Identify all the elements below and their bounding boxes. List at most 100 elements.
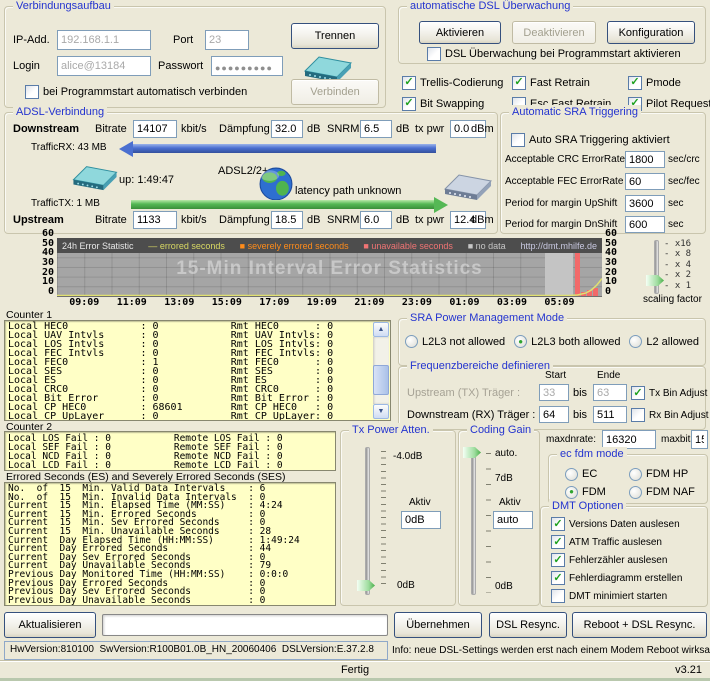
checkbox-trellis-codierung[interactable]: ✓ Trellis-Codierung [402,75,512,90]
y-axis-tick: 0 [605,286,612,297]
coding-gain-bottom-label: 0dB [495,581,513,592]
dnshift-field[interactable] [625,216,665,233]
maxbits-field[interactable] [691,430,708,449]
tx-power-slider-ticks [381,451,386,589]
coding-gain-slider-track[interactable] [471,447,476,595]
chart-header: 24h Error Statistic — errored seconds ■ … [57,238,602,253]
radio-l2-allowed[interactable]: L2 allowed [629,335,699,348]
coding-gain-group: Coding Gain auto. 7dB 0dB Aktiv [458,423,540,606]
txpwr-label: tx pwr [415,123,445,135]
uebernehmen-button[interactable]: Übernehmen [394,612,482,638]
checkbox-atm-traffic[interactable]: ✓ ATM Traffic auslesen [551,535,682,549]
router-icon [443,167,493,206]
checkbox-icon [427,47,441,61]
tx-power-slider-thumb[interactable] [357,580,375,591]
scroll-thumb[interactable] [373,365,389,395]
radio-icon [405,335,418,348]
checkbox-bit-swapping[interactable]: ✓ Bit Swapping [402,96,512,111]
tx-power-slider-track[interactable] [365,447,370,595]
downstream-start-field[interactable] [539,406,569,423]
counter1-console[interactable]: Local HEC0 : 0 Rmt HEC0 : 0 Local UAV In… [4,320,391,421]
maxdnrate-label: maxdnrate: [546,434,597,445]
checkbox-icon: ✓ [551,553,565,567]
autoconnect-checkbox[interactable]: bei Programmstart automatisch verbinden [25,85,247,99]
crc-errorrate-field[interactable] [625,151,665,168]
coding-gain-slider-thumb[interactable] [463,447,481,458]
coding-gain-mid-label: 7dB [495,473,513,484]
tx-power-title: Tx Power Atten. [349,423,433,437]
downstream-snrm-field [360,120,392,138]
tx-bin-adjust-checkbox[interactable]: ✓ Tx Bin Adjust [631,386,707,400]
dmt-optionen-title: DMT Optionen [549,499,627,513]
radio-fdm[interactable]: ● FDM [565,485,629,499]
aktivieren-button[interactable]: Aktivieren [419,21,501,44]
chart-y-axis-left: 60 50 40 30 20 10 0 [28,228,54,297]
upshift-field[interactable] [625,195,665,212]
konfiguration-button[interactable]: Konfiguration [607,21,695,44]
aktualisieren-button[interactable]: Aktualisieren [4,612,96,638]
daempfung-label: Dämpfung [219,214,270,226]
chart-plot-area: 24h Error Statistic — errored seconds ■ … [57,238,602,297]
chart-source-url: http://dmt.mhilfe.de [520,240,597,251]
status-bar: Fertig v3.21 [0,660,710,681]
checkbox-versions-daten[interactable]: ✓ Versions Daten auslesen [551,517,682,531]
upstream-bitrate-field [133,211,177,229]
coding-gain-aktiv-field [493,511,533,529]
bis-label: bis [573,387,588,399]
counter1-scrollbar[interactable]: ▲ ▼ [373,322,389,419]
scroll-up-icon[interactable]: ▲ [373,322,389,337]
radio-ec[interactable]: EC [565,467,629,481]
downstream-arrow-icon [119,140,436,157]
x-axis-tick: 09:09 [69,297,100,308]
radio-icon [629,485,642,499]
radio-fdm-naf[interactable]: FDM NAF [629,485,695,499]
dnshift-unit: sec [668,219,684,230]
scroll-down-icon[interactable]: ▼ [373,404,389,419]
sra-power-options: L2L3 not allowed ● L2L3 both allowed L2 a… [405,335,699,348]
uptime-label: up: 1:49:47 [119,174,175,186]
legend-no-data: ■ no data [467,240,506,251]
kbits-unit: kbit/s [181,214,207,226]
checkbox-icon: ✓ [631,386,645,400]
port-label: Port [173,34,194,46]
checkbox-pmode[interactable]: ✓ Pmode [628,75,710,90]
checkbox-dmt-minimiert[interactable]: DMT minimiert starten [551,589,682,603]
scaling-slider-thumb[interactable] [646,275,664,286]
sra-power-title: SRA Power Management Mode [407,311,568,325]
checkbox-fast-retrain[interactable]: ✓ Fast Retrain [512,75,628,90]
y-axis-tick: 0 [47,286,54,297]
tx-power-aktiv-label: Aktiv [409,497,431,508]
radio-fdm-hp[interactable]: FDM HP [629,467,695,481]
scaling-tick-label: - x 1 [664,280,692,291]
ec-fdm-group: ec fdm mode EC FDM HP ● FDM FDM NAF [548,447,708,504]
bis-label: bis [573,409,588,421]
dmt-tool-window: Verbindungsaufbau IP-Add. Port Trennen L… [0,0,710,681]
reboot-dsl-resync-button[interactable]: Reboot + DSL Resync. [572,612,707,638]
checkbox-fehlerzaehler[interactable]: ✓ Fehlerzähler auslesen [551,553,682,567]
app-version: v3.21 [675,664,702,676]
fec-unit: sec/fec [668,176,700,187]
radio-l2l3-both-allowed[interactable]: ● L2L3 both allowed [514,335,620,348]
dsl-ueberwachung-title: automatische DSL Überwachung [407,0,574,13]
scaling-factor-label: scaling factor [643,294,702,305]
radio-l2l3-not-allowed[interactable]: L2L3 not allowed [405,335,505,348]
fec-errorrate-field[interactable] [625,173,665,190]
checkbox-icon: ✓ [402,75,416,90]
rx-bin-adjust-checkbox[interactable]: Rx Bin Adjust [631,408,708,422]
ende-header: Ende [597,370,621,381]
checkbox-fehlerdiagramm[interactable]: ✓ Fehlerdiagramm erstellen [551,571,682,585]
chart-x-axis: 09:09 11:09 13:09 15:09 17:09 19:09 21:09 23:09… [57,297,602,309]
chart-title: 24h Error Statistic [62,240,134,251]
x-axis-tick: 19:09 [306,297,337,308]
es-ses-console: No. of 15 Min. Valid Data Intervals : 6 … [4,482,336,606]
auto-sra-checkbox[interactable]: Auto SRA Triggering aktiviert [511,133,670,147]
downstream-ende-field[interactable] [593,406,627,423]
coding-gain-title: Coding Gain [467,423,535,437]
tx-power-bottom-label: 0dB [397,580,415,591]
ueberwachung-autostart-checkbox[interactable]: DSL Überwachung bei Programmstart aktivi… [427,47,681,61]
ueberwachung-autostart-label: DSL Überwachung bei Programmstart aktivi… [445,48,681,60]
trennen-button[interactable]: Trennen [291,23,379,49]
checkbox-icon: ✓ [551,517,565,531]
dsl-resync-button[interactable]: DSL Resync. [489,612,567,638]
scroll-track[interactable] [373,337,389,404]
